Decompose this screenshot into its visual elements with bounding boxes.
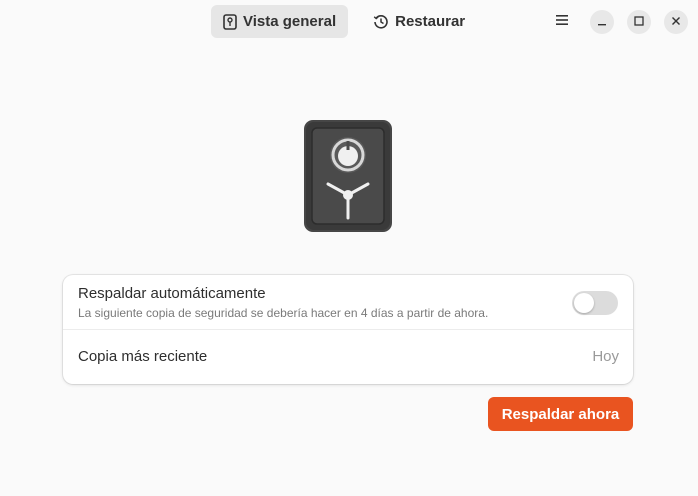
backup-settings-card: Respaldar automáticamente La siguiente c… xyxy=(63,275,633,384)
view-switcher: Vista general Restaurar xyxy=(211,5,477,39)
safe-icon xyxy=(223,13,237,30)
safe-illustration xyxy=(303,119,393,233)
tab-restore[interactable]: Restaurar xyxy=(358,5,477,38)
close-button[interactable] xyxy=(664,10,688,34)
auto-backup-subtitle: La siguiente copia de seguridad se deber… xyxy=(78,306,489,320)
tab-overview[interactable]: Vista general xyxy=(211,5,349,38)
hamburger-menu-icon xyxy=(556,13,568,31)
app-window: Vista general Restaurar Respaldar automá… xyxy=(0,0,698,496)
tab-restore-label: Restaurar xyxy=(395,13,466,30)
safe-icon xyxy=(303,120,393,237)
auto-backup-toggle[interactable] xyxy=(572,291,618,315)
close-icon xyxy=(671,13,681,31)
last-backup-row: Copia más reciente Hoy xyxy=(63,330,633,384)
toggle-knob xyxy=(574,293,594,313)
tab-overview-label: Vista general xyxy=(243,13,337,30)
last-backup-value: Hoy xyxy=(592,348,619,365)
backup-now-button[interactable]: Respaldar ahora xyxy=(488,397,633,431)
header-bar: Vista general Restaurar xyxy=(0,0,698,44)
main-menu-button[interactable] xyxy=(551,11,573,33)
maximize-icon xyxy=(634,13,644,31)
auto-backup-row: Respaldar automáticamente La siguiente c… xyxy=(63,275,633,330)
minimize-button[interactable] xyxy=(590,10,614,34)
auto-backup-title: Respaldar automáticamente xyxy=(78,285,266,302)
last-backup-label: Copia más reciente xyxy=(78,348,208,365)
minimize-icon xyxy=(597,13,607,31)
history-icon xyxy=(373,14,389,30)
maximize-button[interactable] xyxy=(627,10,651,34)
